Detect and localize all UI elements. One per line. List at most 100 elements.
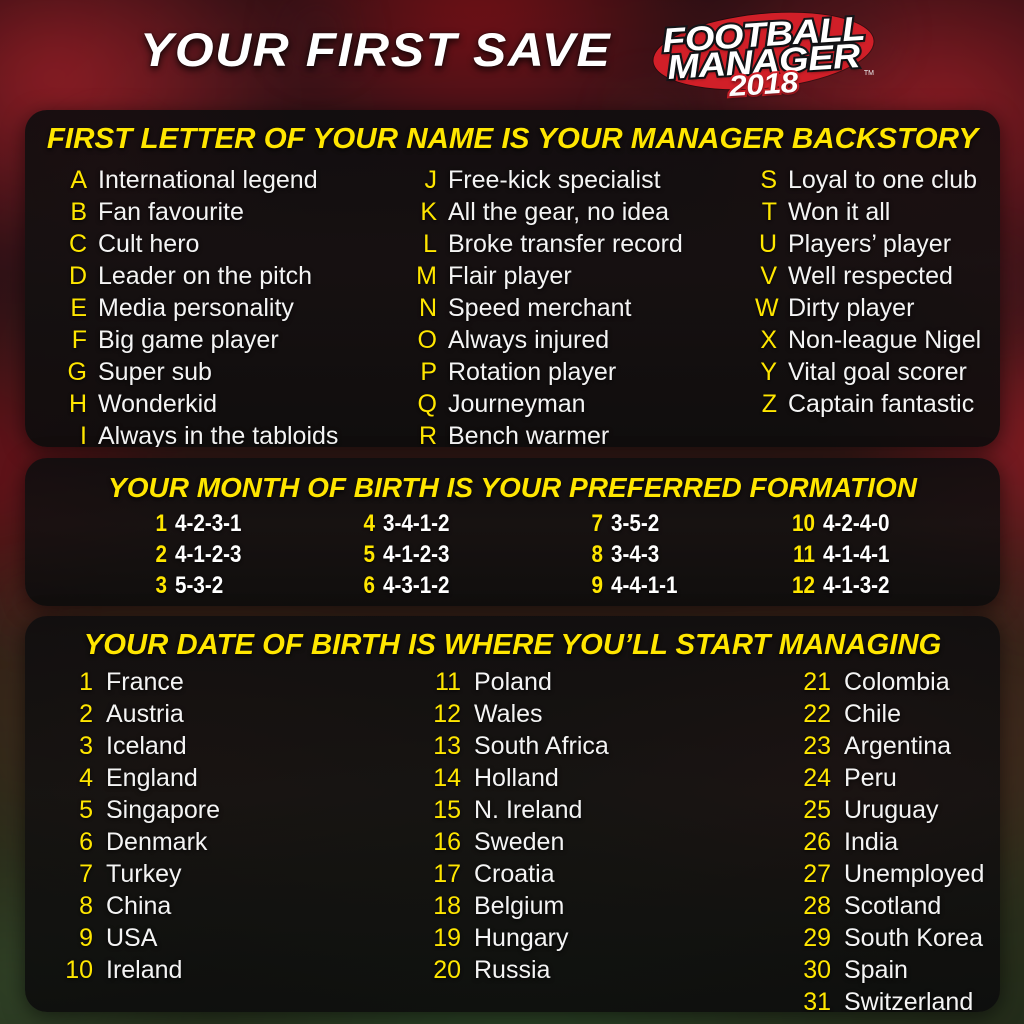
list-item-value: 4-1-2-3 xyxy=(383,541,450,568)
list-item-key: X xyxy=(760,326,777,354)
list-item-key: 12 xyxy=(433,700,461,728)
list-item-value: Ireland xyxy=(106,956,183,984)
list-item: 22 Chile xyxy=(795,700,984,732)
list-item: 4 3-4-1-2 xyxy=(345,510,460,541)
list-item: 31 Switzerland xyxy=(795,988,984,1012)
list-item-value: Well respected xyxy=(788,262,953,290)
list-item-value: 4-1-3-2 xyxy=(823,572,890,599)
list-item-key: H xyxy=(68,390,87,418)
list-item-value: Iceland xyxy=(106,732,187,760)
backstory-column-1: A International legend B Fan favourite C Cu… xyxy=(65,166,339,447)
list-item-value: Colombia xyxy=(844,668,950,696)
list-item: E Media personality xyxy=(65,294,338,326)
list-item: D Leader on the pitch xyxy=(65,262,338,294)
list-item-key: 8 xyxy=(591,541,603,568)
list-item-key: 13 xyxy=(433,732,461,760)
list-item: 27 Unemployed xyxy=(795,860,984,892)
list-item-value: Super sub xyxy=(98,358,212,386)
list-item-key: 6 xyxy=(363,572,375,599)
list-item: 21 Colombia xyxy=(795,668,984,700)
list-item-key: G xyxy=(67,358,87,386)
list-item-key: P xyxy=(420,358,437,386)
list-item: 5 4-1-2-3 xyxy=(345,541,460,572)
trademark-icon: TM xyxy=(863,70,874,77)
list-item-key: 18 xyxy=(433,892,461,920)
list-item-key: M xyxy=(416,262,437,290)
list-item-value: Turkey xyxy=(106,860,182,888)
list-item-key: 3 xyxy=(79,732,93,760)
list-item-key: 21 xyxy=(803,668,831,696)
list-item-key: 20 xyxy=(433,956,461,984)
list-item-key: 1 xyxy=(79,668,93,696)
list-item-key: 16 xyxy=(433,828,461,856)
list-item-key: K xyxy=(420,198,437,226)
list-item-value: Croatia xyxy=(474,860,555,888)
list-item-key: I xyxy=(80,422,87,447)
list-item: O Always injured xyxy=(415,326,683,358)
list-item: 19 Hungary xyxy=(425,924,609,956)
list-item-value: Argentina xyxy=(844,732,952,760)
list-item: J Free-kick specialist xyxy=(415,166,683,198)
list-item-value: 3-4-3 xyxy=(611,541,660,568)
panel-formation-title: YOUR MONTH OF BIRTH IS YOUR PREFERRED FO… xyxy=(108,472,917,503)
panel-preferred-formation: YOUR MONTH OF BIRTH IS YOUR PREFERRED FO… xyxy=(25,458,1000,606)
list-item: 9 4-4-1-1 xyxy=(573,572,688,603)
list-item-key: W xyxy=(755,294,779,322)
list-item-value: Loyal to one club xyxy=(788,166,978,194)
list-item-value: India xyxy=(844,828,899,856)
list-item-key: 3 xyxy=(155,572,167,599)
list-item-value: Speed merchant xyxy=(448,294,632,322)
list-item: 13 South Africa xyxy=(425,732,609,764)
country-columns: 1 France 2 Austria 3 Iceland 4 England 5 Sing… xyxy=(25,668,1000,1012)
list-item: 11 Poland xyxy=(425,668,609,700)
list-item-key: 11 xyxy=(435,668,461,696)
panel-backstory-title: FIRST LETTER OF YOUR NAME IS YOUR MANAGE… xyxy=(46,123,979,155)
list-item: Z Captain fantastic xyxy=(755,390,981,422)
list-item: M Flair player xyxy=(415,262,683,294)
list-item: R Bench warmer xyxy=(415,422,683,447)
list-item-value: Wales xyxy=(474,700,543,728)
list-item-key: S xyxy=(760,166,777,194)
list-item-value: Non-league Nigel xyxy=(788,326,982,354)
backstory-columns: A International legend B Fan favourite C Cu… xyxy=(25,166,1000,447)
list-item: P Rotation player xyxy=(415,358,683,390)
list-item: 6 4-3-1-2 xyxy=(345,572,460,603)
list-item-key: 26 xyxy=(803,828,831,856)
list-item: T Won it all xyxy=(755,198,981,230)
list-item-key: A xyxy=(70,166,87,194)
list-item-value: Media personality xyxy=(98,294,294,322)
list-item: 25 Uruguay xyxy=(795,796,984,828)
formation-column-1: 1 4-2-3-1 2 4-1-2-3 3 5-3-2 xyxy=(137,510,252,603)
list-item-key: 2 xyxy=(79,700,93,728)
list-item-value: 4-1-4-1 xyxy=(823,541,890,568)
list-item-key: 9 xyxy=(591,572,603,599)
panel-manager-backstory: FIRST LETTER OF YOUR NAME IS YOUR MANAGE… xyxy=(25,110,1000,447)
list-item: 10 Ireland xyxy=(57,956,220,988)
list-item-key: 7 xyxy=(591,510,603,537)
list-item-value: Flair player xyxy=(448,262,572,290)
list-item: 29 South Korea xyxy=(795,924,984,956)
list-item-key: 1 xyxy=(155,510,167,537)
list-item: 4 England xyxy=(57,764,220,796)
formation-columns: 1 4-2-3-1 2 4-1-2-3 3 5-3-2 4 3-4-1-2 5 4-1-2… xyxy=(25,510,1000,602)
list-item: 12 Wales xyxy=(425,700,609,732)
formation-column-4: 10 4-2-4-0 11 4-1-4-1 12 4-1-3-2 xyxy=(785,510,900,603)
list-item-key: T xyxy=(761,198,777,226)
list-item-value: Switzerland xyxy=(844,988,974,1012)
list-item-key: 10 xyxy=(65,956,93,984)
list-item-key: U xyxy=(758,230,777,258)
list-item-value: South Africa xyxy=(474,732,609,760)
list-item: 30 Spain xyxy=(795,956,984,988)
list-item: 10 4-2-4-0 xyxy=(785,510,900,541)
list-item-value: China xyxy=(106,892,172,920)
list-item-key: 5 xyxy=(363,541,375,568)
list-item-key: 19 xyxy=(433,924,461,952)
list-item-key: 30 xyxy=(803,956,831,984)
list-item: 14 Holland xyxy=(425,764,609,796)
list-item-key: 14 xyxy=(433,764,461,792)
list-item-value: Broke transfer record xyxy=(448,230,683,258)
list-item: G Super sub xyxy=(65,358,338,390)
formation-column-3: 7 3-5-2 8 3-4-3 9 4-4-1-1 xyxy=(573,510,688,603)
list-item: 15 N. Ireland xyxy=(425,796,609,828)
list-item-key: 5 xyxy=(79,796,93,824)
